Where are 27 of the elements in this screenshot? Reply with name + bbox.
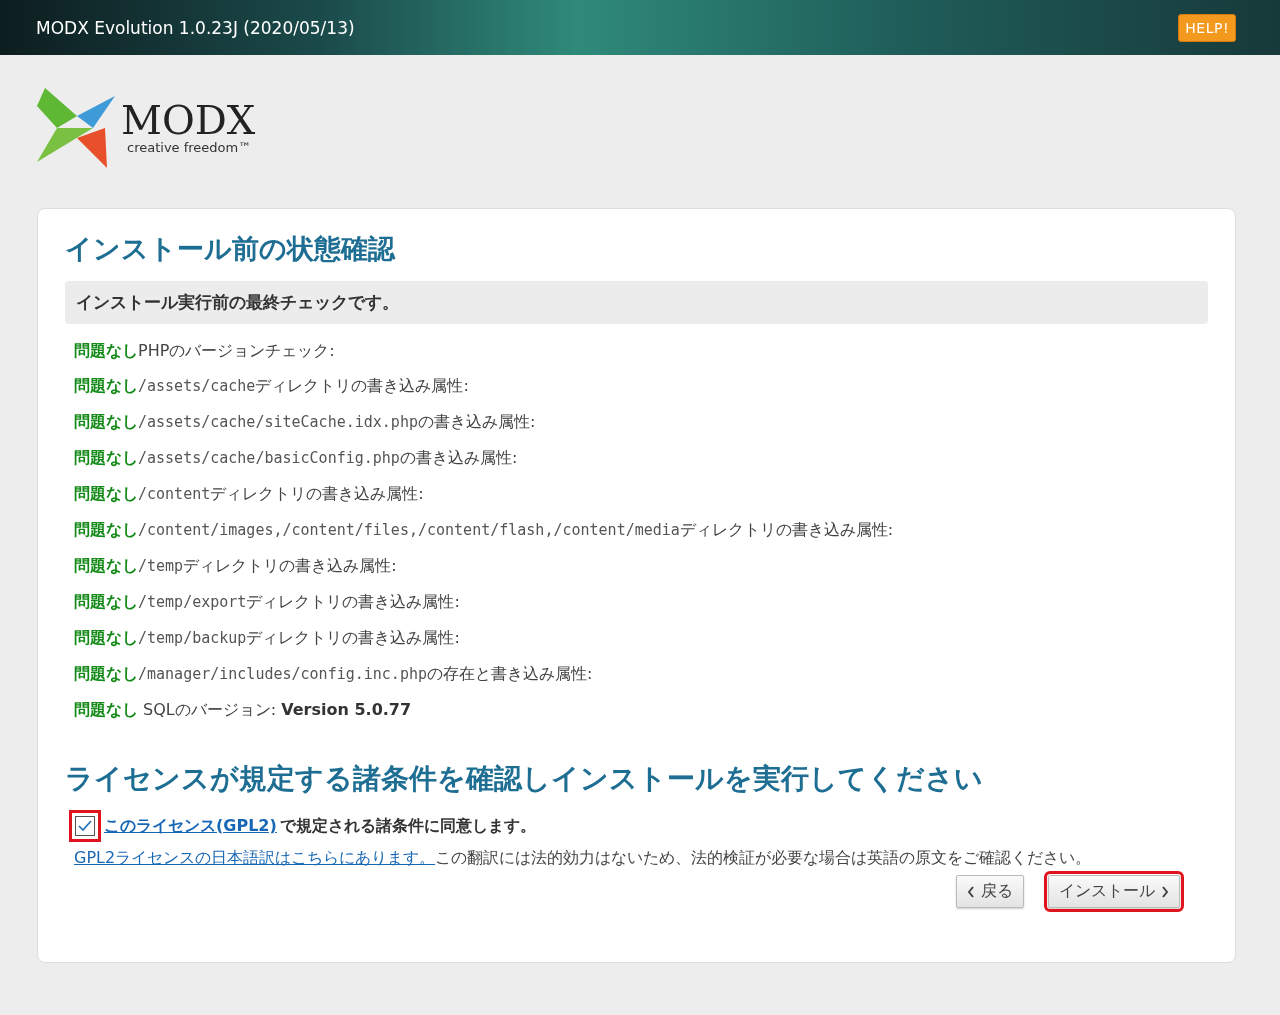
logo-tagline: creative freedom™ bbox=[127, 140, 252, 155]
check-item: 問題なしPHPのバージョンチェック: bbox=[74, 340, 336, 362]
license-link[interactable]: このライセンス(GPL2) bbox=[104, 815, 277, 837]
app-title: MODX Evolution 1.0.23J (2020/05/13) bbox=[36, 17, 355, 38]
check-item: 問題なし/tempディレクトリの書き込み属性: bbox=[74, 555, 398, 577]
chevron-icon bbox=[967, 885, 975, 898]
checkmark-icon bbox=[78, 820, 92, 832]
logo-wordmark: MODX bbox=[121, 100, 256, 140]
section-heading: ライセンスが規定する諸条件を確認しインストールを実行してください bbox=[65, 761, 984, 797]
check-item: 問題なし/temp/exportディレクトリの書き込み属性: bbox=[74, 591, 461, 613]
check-item: 問題なし/assets/cache/siteCache.idx.phpの書き込み属性: bbox=[74, 411, 537, 433]
back-button[interactable]: 戻る bbox=[956, 875, 1024, 908]
notice-banner: インストール実行前の最終チェックです。 bbox=[65, 281, 1208, 324]
chevron-icon bbox=[1161, 885, 1169, 898]
agree-checkbox[interactable] bbox=[69, 810, 101, 842]
page-heading: インストール前の状態確認 bbox=[65, 232, 397, 266]
check-item: 問題なし/assets/cache/basicConfig.phpの書き込み属性: bbox=[74, 447, 519, 469]
check-item: 問題なし SQLのバージョン: Version 5.0.77 bbox=[74, 699, 413, 721]
agree-label: で規定される諸条件に同意します。 bbox=[279, 815, 536, 837]
check-item: 問題なし/contentディレクトリの書き込み属性: bbox=[74, 483, 425, 505]
check-item: 問題なし/content/images,/content/files,/content/flash,/content/mediaディレクトリの書き込み属性: bbox=[74, 519, 895, 541]
check-item: 問題なし/assets/cacheディレクトリの書き込み属性: bbox=[74, 375, 470, 397]
translation-note: この翻訳には法的効力はないため、法的検証が必要な場合は英語の原文をご確認ください。 bbox=[435, 848, 1092, 867]
translation-link[interactable]: GPL2ライセンスの日本語訳はこちらにあります。 bbox=[74, 848, 436, 867]
logo-icon bbox=[37, 87, 115, 168]
check-item: 問題なし/manager/includes/config.inc.phpの存在と書き込み属性: bbox=[74, 663, 594, 685]
check-item: 問題なし/temp/backupディレクトリの書き込み属性: bbox=[74, 627, 461, 649]
